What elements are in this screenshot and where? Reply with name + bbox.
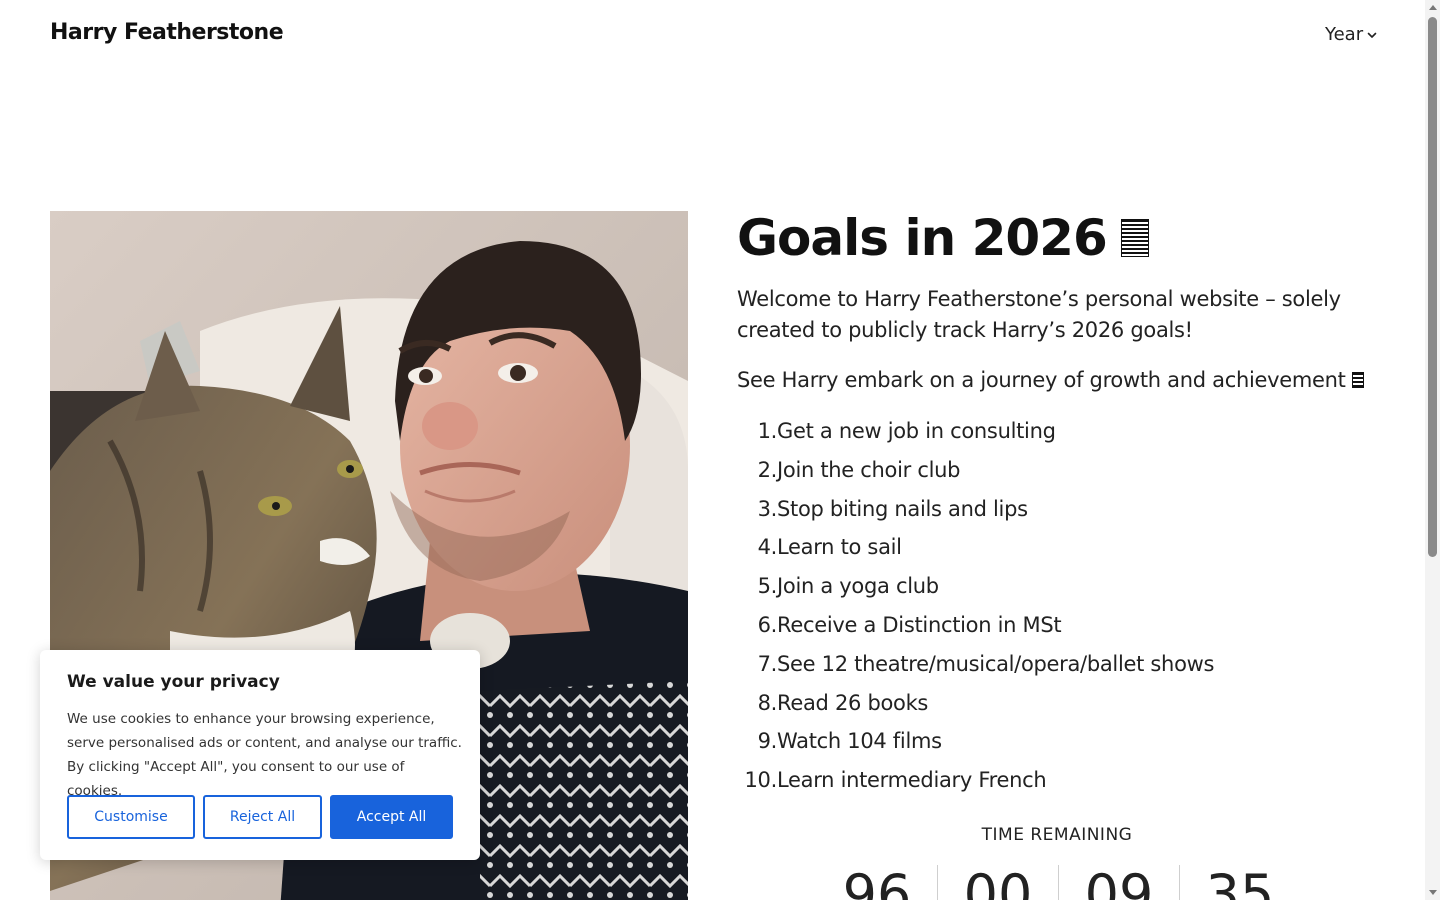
list-item: 9. Watch 104 films (737, 722, 1377, 761)
goals-list: 1. Get a new job in consulting 2. Join the… (737, 412, 1377, 800)
page-title-text: Goals in 2026 (737, 209, 1108, 267)
goal-number: 7. (757, 651, 778, 676)
journey-paragraph: See Harry embark on a journey of growth … (737, 365, 1377, 396)
goal-number: 3. (757, 496, 778, 521)
goal-number: 4. (757, 535, 778, 560)
goal-text: Stop biting nails and lips (777, 496, 1028, 521)
accept-all-button[interactable]: Accept All (330, 795, 453, 839)
goal-text: See 12 theatre/musical/opera/ballet show… (777, 651, 1215, 676)
goal-text: Join the choir club (777, 457, 961, 482)
emoji-glyph-icon (1120, 219, 1149, 257)
goal-text: Receive a Distinction in MSt (777, 612, 1062, 637)
list-item: 4. Learn to sail (737, 528, 1377, 567)
countdown-seconds: 35 (1179, 865, 1300, 900)
list-item: 2. Join the choir club (737, 451, 1377, 490)
page-title: Goals in 2026 (737, 208, 1149, 268)
goal-number: 6. (757, 612, 778, 637)
countdown-minutes: 09 (1058, 865, 1179, 900)
goal-text: Learn intermediary French (777, 768, 1047, 793)
list-item: 8. Read 26 books (737, 684, 1377, 723)
year-nav-menu[interactable]: Year (1325, 24, 1378, 45)
goal-text: Read 26 books (777, 690, 929, 715)
reject-all-button[interactable]: Reject All (203, 795, 322, 839)
scroll-up-arrow-icon[interactable] (1429, 5, 1437, 10)
goal-number: 1. (757, 419, 778, 443)
intro-paragraph: Welcome to Harry Featherstone’s personal… (737, 287, 1341, 342)
list-item: 5. Join a yoga club (737, 567, 1377, 606)
list-item: 7. See 12 theatre/musical/opera/ballet sh… (737, 645, 1377, 684)
list-item: 6. Receive a Distinction in MSt (737, 606, 1377, 645)
goal-text: Get a new job in consulting (777, 419, 1056, 443)
scroll-down-arrow-icon[interactable] (1429, 890, 1437, 895)
page: Harry Featherstone Year Goals in 2026 We… (0, 0, 1440, 900)
countdown-hours: 00 (937, 865, 1058, 900)
vertical-scrollbar[interactable] (1425, 0, 1440, 900)
goal-number: 8. (757, 690, 778, 715)
goal-number: 9. (757, 729, 778, 754)
chevron-down-icon (1367, 32, 1377, 38)
goal-text: Watch 104 films (777, 729, 942, 754)
time-remaining-label: TIME REMAINING (981, 825, 1133, 845)
list-item: 3. Stop biting nails and lips (737, 490, 1377, 529)
goal-text: Learn to sail (777, 535, 902, 560)
goal-number: 10. (744, 768, 778, 793)
cookie-description: We use cookies to enhance your browsing … (67, 711, 462, 799)
scrollbar-thumb[interactable] (1428, 17, 1437, 557)
list-item: 1. Get a new job in consulting (737, 412, 1377, 451)
cookie-title: We value your privacy (67, 672, 280, 692)
emoji-glyph-icon (1351, 372, 1364, 388)
cookie-consent-banner: We value your privacy We use cookies to … (40, 650, 480, 860)
goal-number: 2. (757, 457, 778, 482)
customise-button[interactable]: Customise (67, 795, 195, 839)
goal-number: 5. (757, 574, 778, 599)
countdown-days: 96 (842, 863, 912, 900)
list-item: 10. Learn intermediary French (737, 761, 1377, 800)
goal-text: Join a yoga club (777, 574, 939, 599)
countdown-timer: 96 00 09 35 (817, 865, 1300, 900)
year-nav-label: Year (1325, 24, 1364, 45)
site-title-link[interactable]: Harry Featherstone (50, 20, 284, 45)
journey-text: See Harry embark on a journey of growth … (737, 368, 1346, 392)
